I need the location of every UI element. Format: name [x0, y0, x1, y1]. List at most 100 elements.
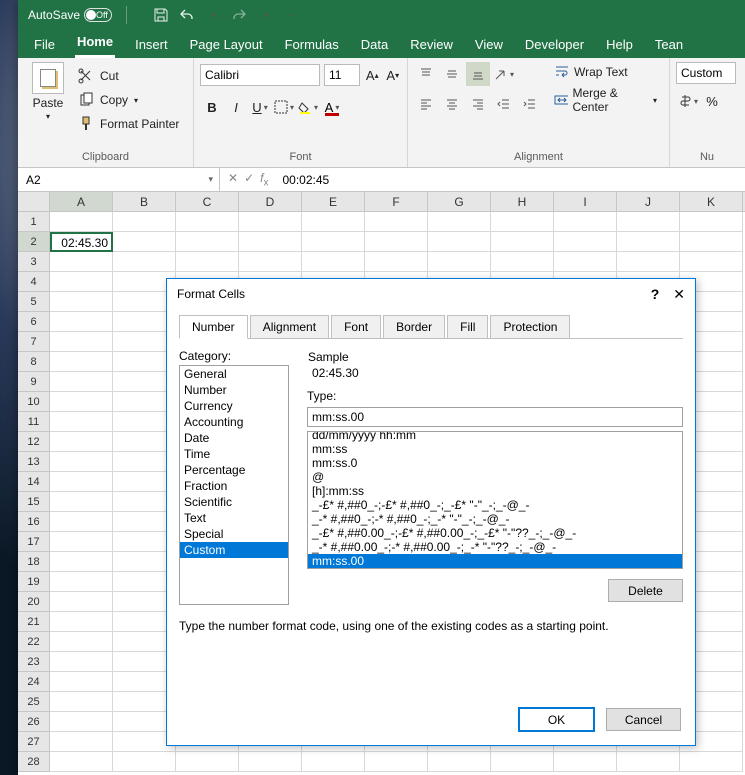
align-left[interactable]: [414, 92, 438, 116]
cell[interactable]: [239, 212, 302, 232]
delete-button[interactable]: Delete: [608, 579, 683, 602]
row-header[interactable]: 13: [18, 452, 50, 472]
cell[interactable]: [50, 452, 113, 472]
font-name-select[interactable]: [200, 64, 320, 86]
type-option[interactable]: _-£* #,##0_-;-£* #,##0_-;_-£* "-"_-;_-@_…: [308, 498, 682, 512]
category-option[interactable]: Fraction: [180, 478, 288, 494]
col-header[interactable]: F: [365, 192, 428, 211]
tab-developer[interactable]: Developer: [523, 33, 586, 58]
col-header[interactable]: C: [176, 192, 239, 211]
type-option[interactable]: @: [308, 470, 682, 484]
cell[interactable]: [113, 212, 176, 232]
cell[interactable]: [50, 292, 113, 312]
tab-team[interactable]: Tean: [653, 33, 685, 58]
type-input[interactable]: [307, 407, 683, 427]
cell[interactable]: [428, 752, 491, 772]
dialog-tab-alignment[interactable]: Alignment: [250, 315, 329, 339]
row-header[interactable]: 28: [18, 752, 50, 772]
cell[interactable]: [50, 252, 113, 272]
redo-dropdown[interactable]: [255, 5, 275, 25]
cell[interactable]: [428, 212, 491, 232]
decrease-indent[interactable]: [492, 92, 516, 116]
cell[interactable]: [491, 252, 554, 272]
cell[interactable]: [617, 212, 680, 232]
increase-indent[interactable]: [518, 92, 542, 116]
tab-page-layout[interactable]: Page Layout: [188, 33, 265, 58]
row-header[interactable]: 5: [18, 292, 50, 312]
name-box-input[interactable]: [24, 172, 174, 188]
category-option[interactable]: General: [180, 366, 288, 382]
col-header[interactable]: H: [491, 192, 554, 211]
cell[interactable]: [50, 652, 113, 672]
bold-button[interactable]: B: [200, 95, 224, 119]
cell[interactable]: [50, 572, 113, 592]
cell[interactable]: [50, 472, 113, 492]
cell[interactable]: [50, 692, 113, 712]
category-option[interactable]: Custom: [180, 542, 288, 558]
cell[interactable]: [50, 312, 113, 332]
borders-button[interactable]: [272, 95, 296, 119]
row-header[interactable]: 1: [18, 212, 50, 232]
cell[interactable]: [176, 212, 239, 232]
tab-view[interactable]: View: [473, 33, 505, 58]
type-option[interactable]: _-* #,##0_-;-* #,##0_-;_-* "-"_-;_-@_-: [308, 512, 682, 526]
type-listbox[interactable]: hh:mm:ssdd/mm/yyyy hh:mmmm:ssmm:ss.0@[h]…: [307, 431, 683, 569]
currency-button[interactable]: [676, 89, 700, 113]
cell[interactable]: [50, 532, 113, 552]
cell[interactable]: [365, 212, 428, 232]
cell[interactable]: [680, 252, 743, 272]
row-header[interactable]: 19: [18, 572, 50, 592]
merge-center-button[interactable]: Merge & Center ▾: [548, 84, 663, 116]
select-all-corner[interactable]: [18, 192, 50, 211]
cell[interactable]: [302, 232, 365, 252]
type-option[interactable]: mm:ss.00: [308, 554, 682, 568]
align-bottom[interactable]: [466, 62, 490, 86]
cell[interactable]: [680, 752, 743, 772]
autosave-toggle[interactable]: AutoSave Off: [28, 8, 108, 22]
cell[interactable]: [50, 372, 113, 392]
cell[interactable]: [491, 752, 554, 772]
row-header[interactable]: 27: [18, 732, 50, 752]
type-option[interactable]: mm:ss.0: [308, 456, 682, 470]
cell[interactable]: [50, 432, 113, 452]
row-header[interactable]: 2: [18, 232, 50, 252]
type-option[interactable]: _-£* #,##0.00_-;-£* #,##0.00_-;_-£* "-"?…: [308, 526, 682, 540]
cell[interactable]: [50, 392, 113, 412]
name-box[interactable]: ▾: [18, 168, 220, 191]
col-header[interactable]: G: [428, 192, 491, 211]
number-format-select[interactable]: [676, 62, 736, 84]
row-header[interactable]: 8: [18, 352, 50, 372]
row-header[interactable]: 23: [18, 652, 50, 672]
cell[interactable]: [176, 252, 239, 272]
cell[interactable]: [302, 212, 365, 232]
cell[interactable]: [365, 232, 428, 252]
row-header[interactable]: 6: [18, 312, 50, 332]
col-header[interactable]: J: [617, 192, 680, 211]
category-listbox[interactable]: GeneralNumberCurrencyAccountingDateTimeP…: [179, 365, 289, 605]
col-header[interactable]: D: [239, 192, 302, 211]
cell[interactable]: [365, 752, 428, 772]
row-header[interactable]: 21: [18, 612, 50, 632]
tab-data[interactable]: Data: [359, 33, 390, 58]
row-header[interactable]: 16: [18, 512, 50, 532]
grow-font[interactable]: A▴: [364, 63, 381, 87]
cell[interactable]: [50, 352, 113, 372]
tab-formulas[interactable]: Formulas: [283, 33, 341, 58]
enter-icon[interactable]: ✓: [244, 171, 254, 188]
undo-dropdown[interactable]: [203, 5, 223, 25]
cell[interactable]: [50, 632, 113, 652]
col-header[interactable]: A: [50, 192, 113, 211]
cancel-button[interactable]: Cancel: [606, 708, 681, 731]
tab-insert[interactable]: Insert: [133, 33, 170, 58]
row-header[interactable]: 11: [18, 412, 50, 432]
cancel-icon[interactable]: ✕: [228, 171, 238, 188]
dialog-tab-border[interactable]: Border: [383, 315, 445, 339]
cell[interactable]: [617, 752, 680, 772]
paste-dropdown[interactable]: ▾: [46, 112, 50, 121]
align-top[interactable]: [414, 62, 438, 86]
col-header[interactable]: B: [113, 192, 176, 211]
row-header[interactable]: 20: [18, 592, 50, 612]
chevron-down-icon[interactable]: ▾: [208, 174, 213, 185]
row-header[interactable]: 24: [18, 672, 50, 692]
cell[interactable]: [428, 232, 491, 252]
